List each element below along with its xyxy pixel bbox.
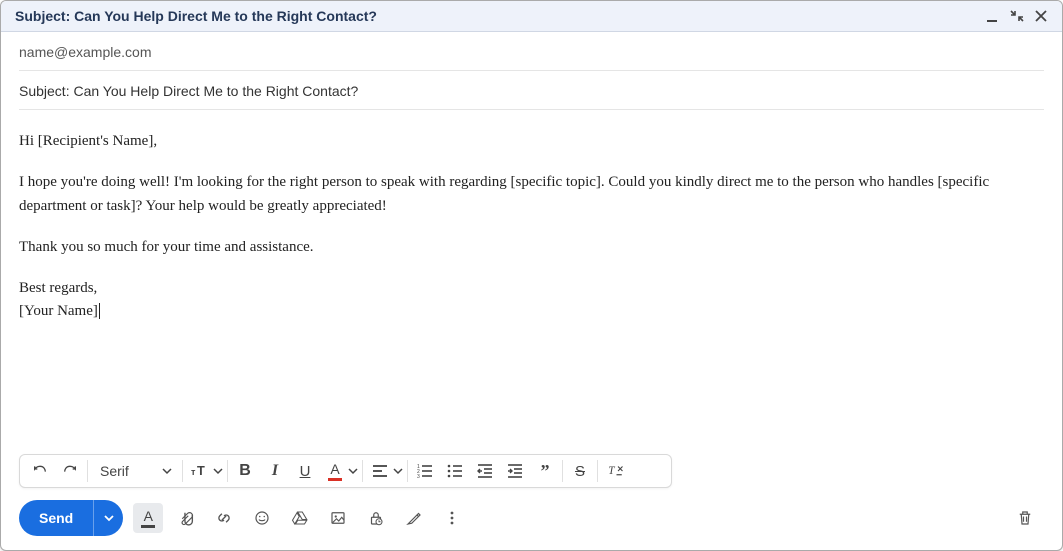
insert-image-button[interactable] bbox=[323, 503, 353, 533]
undo-button[interactable] bbox=[25, 457, 55, 485]
separator bbox=[87, 460, 88, 482]
text-cursor bbox=[99, 303, 100, 319]
formatting-toolbar: Serif тT B I U A bbox=[19, 454, 672, 488]
compose-header: Subject: Can You Help Direct Me to the R… bbox=[1, 1, 1062, 32]
redo-button[interactable] bbox=[55, 457, 85, 485]
more-options-button[interactable] bbox=[437, 503, 467, 533]
send-button[interactable]: Send bbox=[19, 500, 93, 536]
clear-formatting-button[interactable]: T bbox=[600, 457, 630, 485]
message-body[interactable]: Hi [Recipient's Name], I hope you're doi… bbox=[1, 110, 1062, 454]
separator bbox=[562, 460, 563, 482]
body-paragraph: I hope you're doing well! I'm looking fo… bbox=[19, 171, 1044, 218]
svg-text:т: т bbox=[191, 467, 196, 477]
window-controls bbox=[986, 9, 1048, 23]
collapse-icon[interactable] bbox=[1010, 9, 1024, 23]
strikethrough-button[interactable]: S bbox=[565, 457, 595, 485]
send-options-button[interactable] bbox=[93, 500, 123, 536]
indent-less-button[interactable] bbox=[470, 457, 500, 485]
compose-actions: A bbox=[133, 503, 467, 533]
send-group: Send bbox=[19, 500, 123, 536]
underline-button[interactable]: U bbox=[290, 457, 320, 485]
discard-draft-button[interactable] bbox=[1010, 503, 1040, 533]
chevron-down-icon[interactable] bbox=[211, 464, 225, 478]
attach-file-button[interactable] bbox=[171, 503, 201, 533]
ordered-list-button[interactable]: 123 bbox=[410, 457, 440, 485]
subject-field[interactable]: Subject: Can You Help Direct Me to the R… bbox=[19, 71, 1044, 110]
toolbars: Serif тT B I U A bbox=[1, 454, 1062, 550]
close-icon[interactable] bbox=[1034, 9, 1048, 23]
unordered-list-button[interactable] bbox=[440, 457, 470, 485]
separator bbox=[182, 460, 183, 482]
formatting-toggle-button[interactable]: A bbox=[133, 503, 163, 533]
fields-section: name@example.com Subject: Can You Help D… bbox=[1, 32, 1062, 110]
separator bbox=[597, 460, 598, 482]
minimize-icon[interactable] bbox=[986, 9, 1000, 23]
underline-bar bbox=[141, 525, 155, 528]
insert-link-button[interactable] bbox=[209, 503, 239, 533]
font-family-select[interactable]: Serif bbox=[90, 463, 180, 479]
quote-button[interactable]: ” bbox=[530, 457, 560, 485]
separator bbox=[407, 460, 408, 482]
body-greeting: Hi [Recipient's Name], bbox=[19, 130, 1044, 153]
chevron-down-icon[interactable] bbox=[346, 464, 360, 478]
insert-signature-button[interactable] bbox=[399, 503, 429, 533]
bold-button[interactable]: B bbox=[230, 457, 260, 485]
svg-text:3: 3 bbox=[417, 474, 420, 479]
compose-window: Subject: Can You Help Direct Me to the R… bbox=[0, 0, 1063, 551]
color-bar bbox=[328, 478, 342, 481]
chevron-down-icon[interactable] bbox=[391, 464, 405, 478]
bottom-toolbar: Send A bbox=[19, 500, 1044, 536]
body-paragraph: Thank you so much for your time and assi… bbox=[19, 236, 1044, 259]
to-field[interactable]: name@example.com bbox=[19, 32, 1044, 71]
separator bbox=[227, 460, 228, 482]
separator bbox=[362, 460, 363, 482]
insert-drive-button[interactable] bbox=[285, 503, 315, 533]
font-family-label: Serif bbox=[100, 463, 129, 479]
italic-button[interactable]: I bbox=[260, 457, 290, 485]
compose-title: Subject: Can You Help Direct Me to the R… bbox=[15, 8, 377, 24]
indent-more-button[interactable] bbox=[500, 457, 530, 485]
insert-emoji-button[interactable] bbox=[247, 503, 277, 533]
chevron-down-icon bbox=[160, 464, 174, 478]
body-signature: Best regards, [Your Name] bbox=[19, 277, 1044, 324]
svg-text:T: T bbox=[608, 465, 615, 477]
confidential-mode-button[interactable] bbox=[361, 503, 391, 533]
svg-text:T: T bbox=[197, 463, 205, 478]
bottom-left-group: Send A bbox=[19, 500, 467, 536]
